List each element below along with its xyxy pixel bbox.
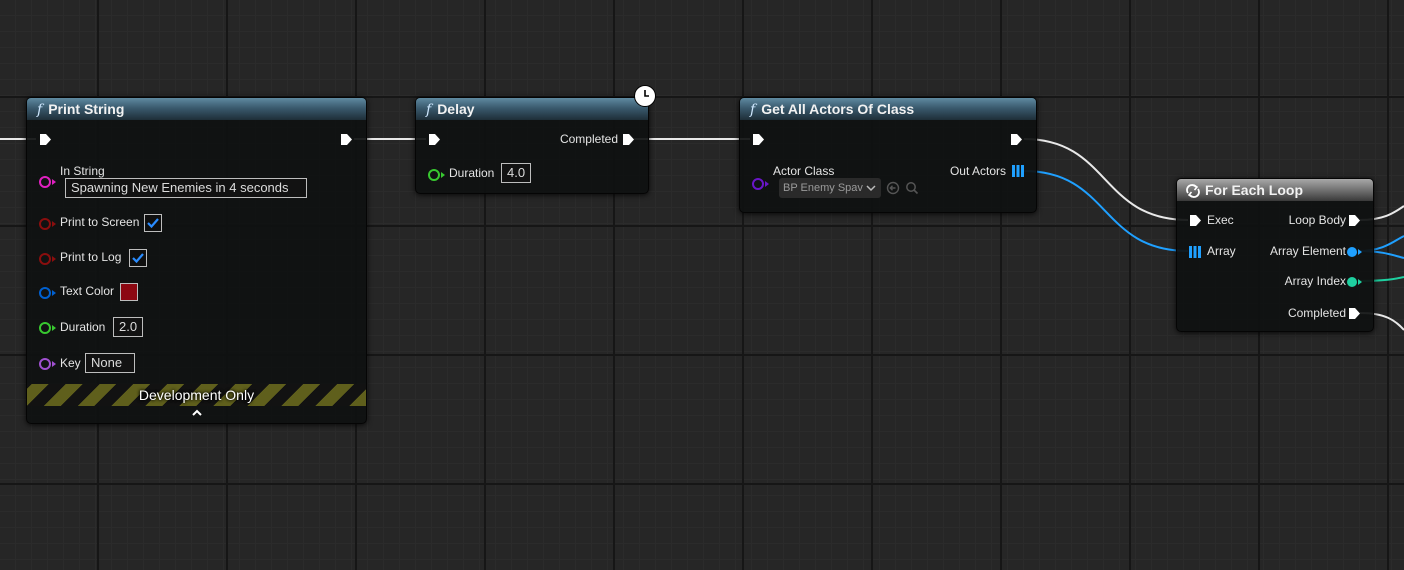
exec-in-pin[interactable] xyxy=(1189,214,1202,227)
get-all-actors-title: Get All Actors Of Class xyxy=(761,101,915,117)
in-string-pin-arrow xyxy=(52,179,56,185)
clock-hands xyxy=(644,90,649,97)
out-actors-label: Out Actors xyxy=(949,164,1006,178)
exec-in-pin[interactable] xyxy=(428,133,441,146)
browse-search-icon[interactable] xyxy=(905,181,919,195)
clock-icon xyxy=(634,85,656,107)
print-to-log-pin-arrow xyxy=(52,256,56,262)
get-all-actors-header[interactable]: f Get All Actors Of Class xyxy=(740,98,1036,120)
development-only-label: Development Only xyxy=(138,387,255,403)
out-actors-array-pin[interactable] xyxy=(1012,165,1024,177)
development-only-banner: Development Only xyxy=(27,384,366,406)
key-field[interactable]: None xyxy=(85,353,135,373)
exec-label: Exec xyxy=(1207,213,1234,227)
array-input-pin[interactable] xyxy=(1189,246,1201,258)
chevron-down-icon xyxy=(866,185,876,192)
array-element-pin[interactable] xyxy=(1347,247,1357,257)
array-index-pin[interactable] xyxy=(1347,277,1357,287)
for-each-completed-label: Completed xyxy=(1287,306,1346,320)
print-string-node[interactable]: f Print String In String Spawning New Ene… xyxy=(26,97,367,424)
delay-node[interactable]: f Delay Completed Duration 4.0 xyxy=(415,97,649,194)
actor-class-dropdown[interactable]: BP Enemy Spav xyxy=(779,178,881,198)
array-index-pin-arrow xyxy=(1358,279,1362,285)
use-selected-arrow-icon[interactable] xyxy=(886,181,900,195)
print-to-screen-pin-arrow xyxy=(52,221,56,227)
function-icon: f xyxy=(426,102,432,118)
array-element-pin-arrow xyxy=(1358,249,1362,255)
print-to-screen-label: Print to Screen xyxy=(60,215,140,229)
duration-label: Duration xyxy=(60,320,106,334)
duration-pin[interactable] xyxy=(39,322,51,334)
key-label: Key xyxy=(60,356,81,370)
actor-class-pin-arrow xyxy=(765,181,769,187)
collapse-chevron-icon[interactable] xyxy=(191,408,203,418)
delay-duration-pin-arrow xyxy=(441,172,445,178)
duration-pin-arrow xyxy=(52,325,56,331)
delay-duration-field[interactable]: 4.0 xyxy=(501,163,532,183)
text-color-label: Text Color xyxy=(60,284,115,298)
completed-exec-out-pin[interactable] xyxy=(622,133,635,146)
text-color-pin-arrow xyxy=(52,290,56,296)
actor-class-pin[interactable] xyxy=(752,178,764,190)
exec-in-pin[interactable] xyxy=(39,133,52,146)
exec-wire-getall-foreach xyxy=(1023,138,1189,221)
delay-duration-pin[interactable] xyxy=(428,169,440,181)
delay-completed-label: Completed xyxy=(559,132,618,146)
for-each-loop-title: For Each Loop xyxy=(1205,182,1303,198)
loop-body-label: Loop Body xyxy=(1288,213,1346,227)
actor-class-label: Actor Class xyxy=(773,164,835,178)
print-to-log-checkbox[interactable] xyxy=(129,249,147,267)
print-to-log-pin[interactable] xyxy=(39,253,51,265)
checkmark-icon xyxy=(132,253,144,264)
print-string-title: Print String xyxy=(48,101,125,117)
for-each-loop-node[interactable]: For Each Loop Exec Array Loop Body Array… xyxy=(1176,178,1374,332)
duration-field[interactable]: 2.0 xyxy=(113,317,144,337)
print-to-screen-pin[interactable] xyxy=(39,218,51,230)
loop-icon xyxy=(1186,184,1200,198)
get-all-actors-node[interactable]: f Get All Actors Of Class Actor Class BP … xyxy=(739,97,1037,213)
completed-exec-out-pin[interactable] xyxy=(1348,307,1361,320)
text-color-swatch[interactable] xyxy=(120,283,138,301)
key-pin[interactable] xyxy=(39,358,51,370)
print-to-screen-checkbox[interactable] xyxy=(144,214,162,232)
function-icon: f xyxy=(37,102,43,118)
print-to-log-label: Print to Log xyxy=(60,250,122,264)
key-pin-arrow xyxy=(52,361,56,367)
delay-title: Delay xyxy=(437,101,475,117)
array-index-label: Array Index xyxy=(1284,274,1346,288)
for-each-loop-header[interactable]: For Each Loop xyxy=(1177,179,1373,201)
delay-header[interactable]: f Delay xyxy=(416,98,648,120)
text-color-pin[interactable] xyxy=(39,287,51,299)
in-string-pin[interactable] xyxy=(39,176,51,188)
array-element-label: Array Element xyxy=(1269,244,1346,258)
exec-out-pin[interactable] xyxy=(1010,133,1023,146)
array-label: Array xyxy=(1207,244,1236,258)
loop-body-exec-out-pin[interactable] xyxy=(1348,214,1361,227)
checkmark-icon xyxy=(147,218,159,229)
print-string-header[interactable]: f Print String xyxy=(27,98,366,120)
in-string-label: In String xyxy=(60,164,105,178)
exec-in-pin[interactable] xyxy=(752,133,765,146)
delay-duration-label: Duration xyxy=(449,166,495,180)
array-wire xyxy=(1023,170,1189,252)
actor-class-value: BP Enemy Spav xyxy=(783,182,863,194)
in-string-field[interactable]: Spawning New Enemies in 4 seconds xyxy=(65,178,307,198)
exec-out-pin[interactable] xyxy=(340,133,353,146)
function-icon: f xyxy=(750,102,756,118)
